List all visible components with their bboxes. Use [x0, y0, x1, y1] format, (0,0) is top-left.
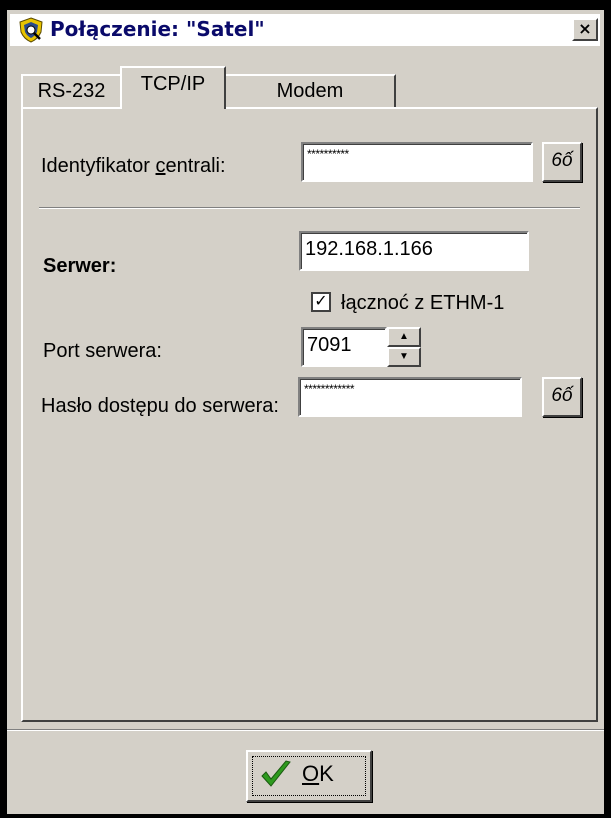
- separator: [39, 207, 580, 209]
- server-address-field[interactable]: 192.168.1.166: [299, 231, 529, 271]
- ok-button[interactable]: OK: [246, 750, 372, 802]
- port-label: Port serwera:: [43, 340, 162, 362]
- title-bar[interactable]: Połączenie: "Satel" ×: [10, 14, 600, 46]
- checkmark-icon: ✓: [314, 293, 328, 310]
- close-button[interactable]: ×: [572, 18, 598, 41]
- central-id-label: Identyfikator centrali:: [41, 155, 226, 177]
- dialog-window: Połączenie: "Satel" × RS-232 TCP/IP Mode…: [0, 0, 611, 818]
- glasses-icon: 6ố: [551, 150, 573, 171]
- central-id-field[interactable]: **********: [301, 142, 533, 182]
- tab-label: Modem: [276, 80, 344, 102]
- server-password-label: Hasło dostępu do serwera:: [41, 395, 279, 417]
- glasses-icon: 6ố: [551, 385, 573, 406]
- close-icon: ×: [578, 19, 592, 38]
- server-password-field[interactable]: ************: [298, 377, 522, 417]
- ethm-checkbox-label[interactable]: łącznoć z ETHM-1: [341, 292, 504, 315]
- ethm-checkbox[interactable]: ✓: [311, 292, 331, 312]
- show-server-password-button[interactable]: 6ố: [542, 377, 582, 417]
- spin-down-icon[interactable]: ▼: [387, 347, 421, 367]
- tab-label: TCP/IP: [140, 73, 206, 95]
- show-central-id-button[interactable]: 6ố: [542, 142, 582, 182]
- tab-tcpip[interactable]: TCP/IP: [120, 66, 226, 109]
- ok-label: OK: [302, 761, 334, 786]
- green-check-icon: [261, 760, 291, 787]
- server-label: Serwer:: [43, 255, 117, 277]
- satel-shield-icon: [19, 17, 43, 43]
- port-field[interactable]: 7091: [301, 327, 387, 367]
- spin-up-icon[interactable]: ▲: [387, 327, 421, 347]
- tab-rs232[interactable]: RS-232: [21, 74, 122, 107]
- tab-modem[interactable]: Modem: [224, 74, 396, 107]
- footer-separator: [7, 729, 604, 731]
- window-title: Połączenie: "Satel": [50, 17, 265, 41]
- port-spinner[interactable]: ▲ ▼: [387, 327, 421, 367]
- tab-label: RS-232: [37, 80, 106, 102]
